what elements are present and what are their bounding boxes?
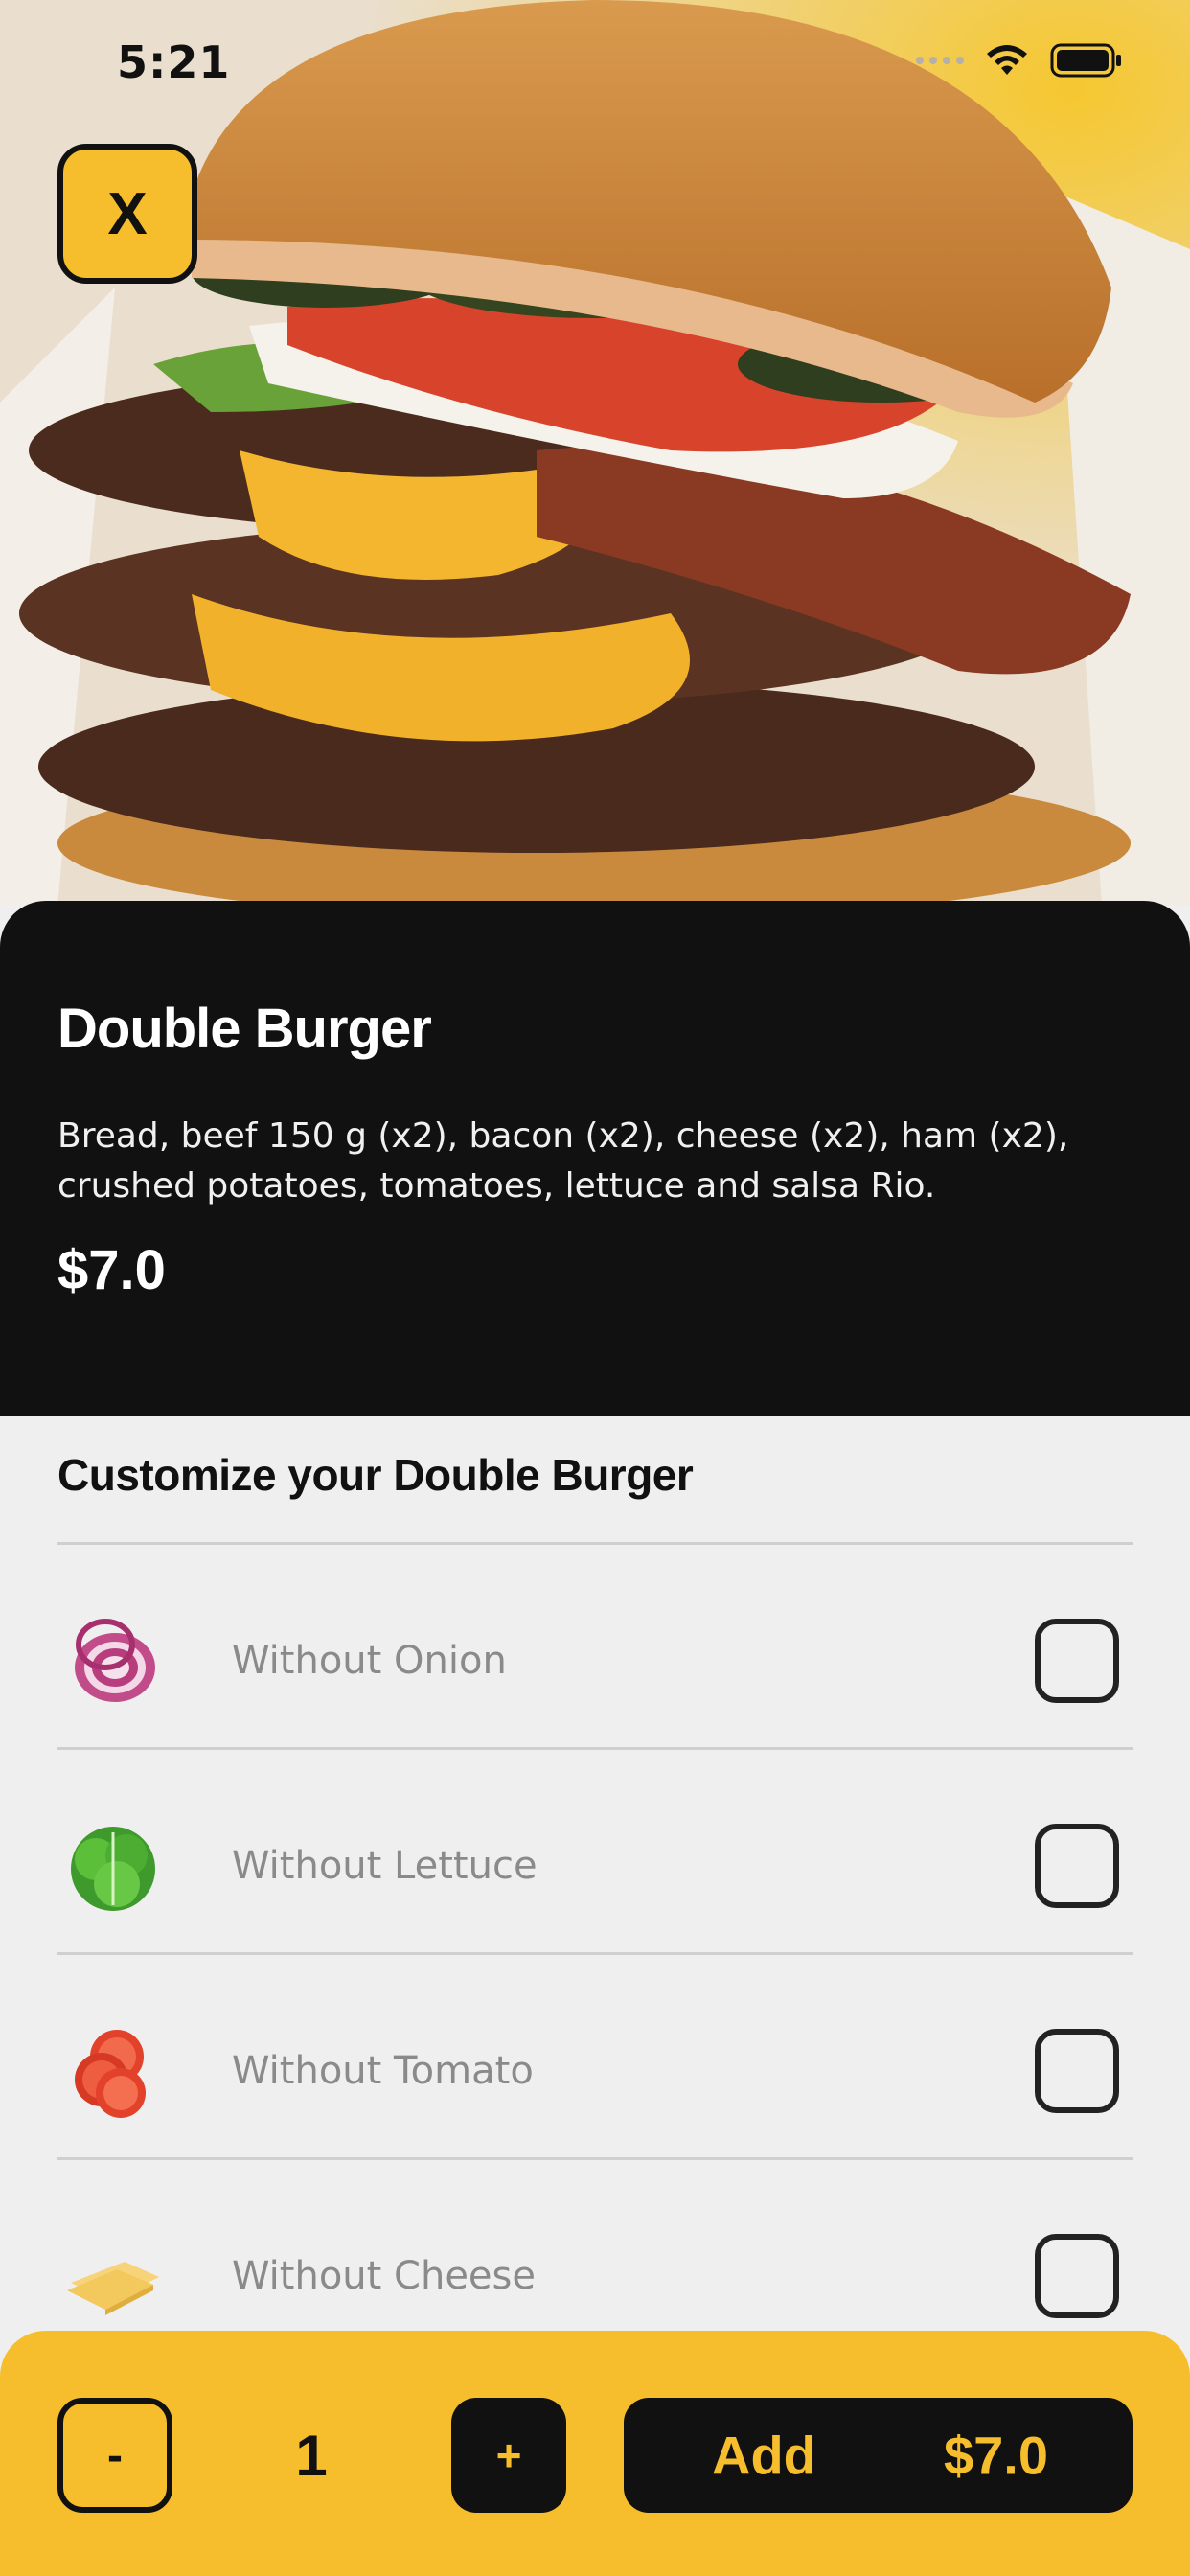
divider [57, 1747, 1133, 1750]
onion-icon [57, 1608, 172, 1714]
decrease-quantity-button[interactable]: - [57, 2398, 172, 2513]
cellular-signal-icon [916, 57, 964, 64]
option-row-onion[interactable]: Without Onion [57, 1560, 1133, 1761]
lettuce-icon [57, 1813, 172, 1919]
option-label: Without Cheese [232, 2254, 536, 2298]
tomato-icon [57, 2018, 172, 2124]
divider [57, 2157, 1133, 2160]
product-title: Double Burger [57, 998, 432, 1060]
close-button[interactable]: X [57, 144, 197, 284]
product-hero-image [0, 0, 1190, 906]
option-row-tomato[interactable]: Without Tomato [57, 1970, 1133, 2172]
divider [57, 1952, 1133, 1955]
quantity-value: 1 [295, 2423, 328, 2488]
wifi-icon [985, 44, 1029, 77]
without-cheese-checkbox[interactable] [1035, 2234, 1119, 2318]
status-bar: 5:21 [0, 0, 1190, 125]
divider [57, 1542, 1133, 1545]
option-label: Without Tomato [232, 2049, 534, 2093]
customize-title: Customize your Double Burger [57, 1450, 694, 1500]
without-tomato-checkbox[interactable] [1035, 2029, 1119, 2113]
add-button-price: $7.0 [944, 2425, 1048, 2486]
product-description: Bread, beef 150 g (x2), bacon (x2), chee… [57, 1116, 1069, 1206]
status-icons [916, 43, 1123, 78]
product-info-card: Double Burger Bread, beef 150 g (x2), ba… [0, 901, 1190, 1416]
add-to-cart-button[interactable]: Add $7.0 [624, 2398, 1133, 2513]
battery-icon [1050, 43, 1123, 78]
option-row-lettuce[interactable]: Without Lettuce [57, 1765, 1133, 1966]
option-label: Without Lettuce [232, 1844, 538, 1888]
product-price: $7.0 [57, 1239, 166, 1301]
status-time: 5:21 [117, 36, 231, 88]
without-onion-checkbox[interactable] [1035, 1619, 1119, 1703]
increase-quantity-button[interactable]: + [451, 2398, 566, 2513]
without-lettuce-checkbox[interactable] [1035, 1824, 1119, 1908]
cheese-icon [57, 2223, 172, 2329]
option-label: Without Onion [232, 1639, 507, 1683]
burger-photo [0, 0, 1190, 906]
order-bar: - 1 + Add $7.0 [0, 2331, 1190, 2576]
add-button-label: Add [712, 2425, 816, 2486]
